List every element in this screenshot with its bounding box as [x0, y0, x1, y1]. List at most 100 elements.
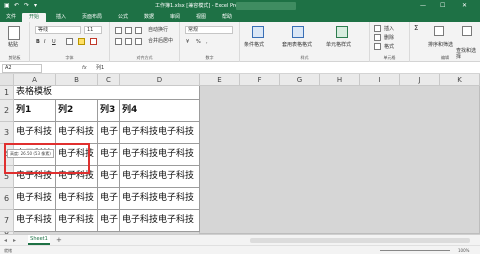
align-center-icon[interactable]: [125, 38, 132, 45]
header-cell[interactable]: 列3: [98, 100, 120, 122]
data-cell[interactable]: 电子科技电子科技: [120, 188, 200, 210]
tab-home[interactable]: 开始: [22, 13, 46, 22]
row-header[interactable]: 3: [0, 122, 14, 144]
italic-button[interactable]: I: [44, 39, 45, 45]
customize-qa-icon[interactable]: ▾: [34, 2, 37, 10]
sheet-tab-active[interactable]: Sheet1: [28, 235, 50, 245]
tab-insert[interactable]: 插入: [50, 13, 72, 22]
column-header[interactable]: I: [360, 74, 400, 86]
tab-help[interactable]: 帮助: [216, 13, 238, 22]
font-size-select[interactable]: 11: [84, 26, 102, 34]
paste-icon[interactable]: [8, 26, 20, 40]
cell-styles-button[interactable]: 单元格样式: [326, 42, 351, 48]
header-cell[interactable]: 列2: [56, 100, 98, 122]
sort-filter-button[interactable]: 排序和筛选: [428, 42, 453, 48]
data-cell[interactable]: 电子科技: [14, 188, 56, 210]
conditional-format-button[interactable]: 条件格式: [244, 42, 264, 48]
format-cells-button[interactable]: 格式: [384, 44, 394, 50]
data-cell[interactable]: 电子科技: [56, 122, 98, 144]
fx-icon[interactable]: fx: [82, 64, 87, 73]
data-cell[interactable]: 电子科技: [14, 122, 56, 144]
zoom-slider[interactable]: [380, 250, 450, 251]
column-header[interactable]: H: [320, 74, 360, 86]
align-bottom-icon[interactable]: [135, 27, 142, 34]
align-top-icon[interactable]: [115, 27, 122, 34]
border-icon[interactable]: [66, 38, 73, 45]
sort-filter-icon[interactable]: [434, 26, 444, 36]
tab-file[interactable]: 文件: [3, 13, 19, 22]
row-header[interactable]: 6: [0, 188, 14, 210]
format-as-table-button[interactable]: 套用表格格式: [282, 42, 312, 48]
wrap-text-button[interactable]: 自动换行: [148, 27, 168, 33]
column-header[interactable]: J: [400, 74, 440, 86]
font-color-icon[interactable]: [90, 38, 97, 45]
close-icon[interactable]: ✕: [462, 1, 467, 11]
restore-icon[interactable]: ☐: [440, 1, 445, 11]
autosum-icon[interactable]: Σ: [414, 25, 418, 32]
row-header[interactable]: 7: [0, 210, 14, 232]
select-all-corner[interactable]: [0, 74, 14, 86]
header-cell[interactable]: 列4: [120, 100, 200, 122]
paste-button[interactable]: 粘贴: [8, 42, 18, 48]
data-cell[interactable]: 电子科技电子科技: [120, 166, 200, 188]
data-cell[interactable]: 电子: [98, 188, 120, 210]
save-icon[interactable]: ▣: [4, 2, 10, 10]
currency-icon[interactable]: ¥: [186, 39, 189, 45]
format-cells-icon[interactable]: [374, 43, 381, 50]
column-header[interactable]: G: [280, 74, 320, 86]
data-cell[interactable]: 电子科技电子科技: [120, 144, 200, 166]
row-header[interactable]: 1: [0, 86, 14, 100]
data-cell[interactable]: 电子: [98, 144, 120, 166]
fill-color-icon[interactable]: [78, 38, 85, 45]
column-header[interactable]: D: [120, 74, 200, 86]
column-header[interactable]: K: [440, 74, 480, 86]
format-as-table-icon[interactable]: [292, 26, 304, 38]
search-box[interactable]: [236, 2, 296, 10]
add-sheet-button[interactable]: +: [56, 236, 62, 244]
percent-icon[interactable]: %: [196, 39, 201, 45]
data-cell[interactable]: 电子科技: [14, 210, 56, 232]
underline-button[interactable]: U: [52, 39, 56, 45]
empty-cell-area[interactable]: [200, 86, 480, 234]
redo-icon[interactable]: ↷: [24, 2, 29, 10]
insert-cells-button[interactable]: 插入: [384, 26, 394, 32]
data-cell[interactable]: 电子科技: [56, 210, 98, 232]
comma-icon[interactable]: ,: [206, 39, 208, 45]
zoom-level[interactable]: 100%: [458, 247, 469, 254]
tab-review[interactable]: 审阅: [164, 13, 186, 22]
data-cell[interactable]: 电子: [98, 122, 120, 144]
align-right-icon[interactable]: [135, 38, 142, 45]
conditional-format-icon[interactable]: [252, 26, 264, 38]
tab-data[interactable]: 数据: [138, 13, 160, 22]
find-select-icon[interactable]: [462, 26, 472, 36]
undo-icon[interactable]: ↶: [14, 2, 19, 10]
column-header[interactable]: C: [98, 74, 120, 86]
font-name-select[interactable]: 等线: [35, 26, 81, 34]
data-cell[interactable]: 电子科技: [56, 188, 98, 210]
horizontal-scrollbar[interactable]: [250, 238, 470, 243]
data-cell[interactable]: 电子科技电子科技: [120, 210, 200, 232]
align-middle-icon[interactable]: [125, 27, 132, 34]
column-header[interactable]: A: [14, 74, 56, 86]
align-left-icon[interactable]: [115, 38, 122, 45]
delete-cells-icon[interactable]: [374, 34, 381, 41]
insert-cells-icon[interactable]: [374, 25, 381, 32]
data-cell[interactable]: 电子: [98, 210, 120, 232]
data-cell[interactable]: 电子: [98, 166, 120, 188]
column-header[interactable]: E: [200, 74, 240, 86]
number-format-select[interactable]: 常规: [185, 26, 233, 34]
data-cell[interactable]: 电子科技电子科技: [120, 122, 200, 144]
column-header[interactable]: F: [240, 74, 280, 86]
name-box[interactable]: A2: [2, 64, 42, 73]
title-cell[interactable]: 表格模板: [14, 86, 200, 100]
tab-formulas[interactable]: 公式: [112, 13, 134, 22]
tab-page-layout[interactable]: 页面布局: [76, 13, 108, 22]
column-header[interactable]: B: [56, 74, 98, 86]
cell-styles-icon[interactable]: [336, 26, 348, 38]
merge-center-button[interactable]: 合并后居中: [148, 38, 173, 44]
row-header[interactable]: 2: [0, 100, 14, 122]
bold-button[interactable]: B: [36, 39, 40, 45]
next-sheet-icon[interactable]: ▸: [13, 236, 16, 245]
header-cell[interactable]: 列1: [14, 100, 56, 122]
minimize-icon[interactable]: —: [420, 1, 426, 11]
